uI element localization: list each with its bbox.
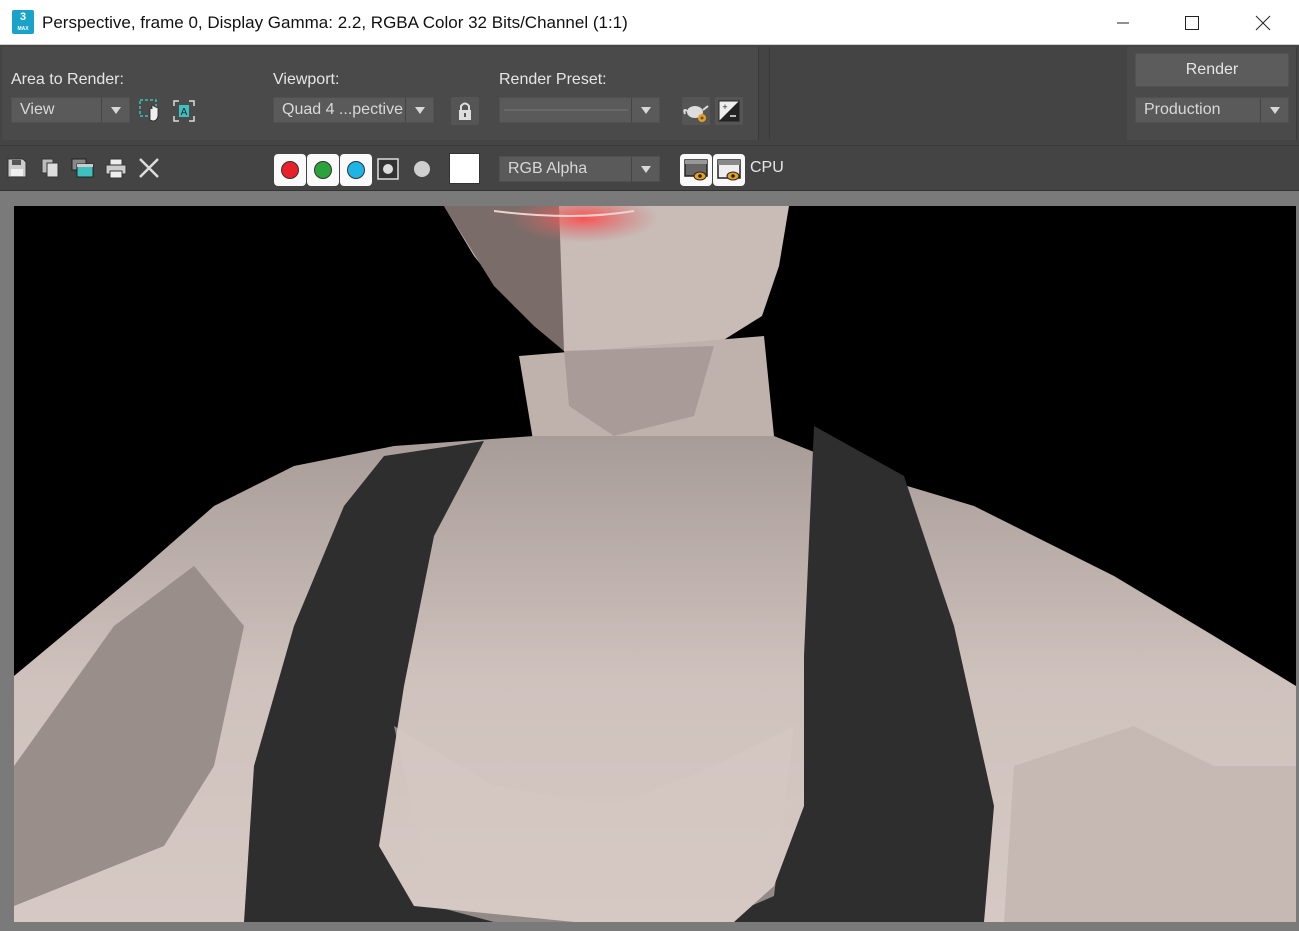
app-icon-sub: MAX: [17, 26, 29, 32]
rendered-figure-image: [14, 206, 1296, 922]
monochrome-toggle[interactable]: [410, 157, 434, 181]
render-preset-dropdown[interactable]: [499, 97, 660, 123]
region-pan-icon: [139, 99, 159, 122]
clear-icon: [139, 158, 159, 178]
frame-buffer-toggle[interactable]: [713, 154, 745, 186]
teapot-settings-icon: [683, 105, 709, 122]
green-channel-toggle[interactable]: [307, 154, 339, 186]
auto-region-button[interactable]: A: [170, 97, 198, 125]
minimize-icon: [1117, 22, 1129, 23]
cpu-label: CPU: [750, 159, 784, 176]
svg-text:+: +: [722, 102, 727, 112]
render-canvas-area: [0, 191, 1299, 931]
panel-separator: [762, 47, 770, 140]
copy-image-button[interactable]: [38, 156, 62, 180]
chevron-down-icon: [101, 98, 129, 122]
frame-buffer-toolbar: RGB Alpha CPU: [0, 145, 1299, 191]
save-image-button[interactable]: [5, 156, 29, 180]
green-channel-icon: [314, 161, 332, 179]
save-icon: [7, 158, 27, 178]
app-icon-label: 3: [19, 11, 27, 23]
clear-image-button[interactable]: [137, 156, 161, 180]
window-title: Perspective, frame 0, Display Gamma: 2.2…: [42, 13, 628, 32]
viewport-dropdown[interactable]: Quad 4 ...pective: [273, 97, 434, 123]
auto-region-icon: A: [173, 100, 195, 122]
render-button[interactable]: Render: [1135, 53, 1289, 87]
chevron-down-icon: [1260, 98, 1288, 122]
render-preset-label: Render Preset:: [499, 71, 607, 88]
render-window-toggle[interactable]: [680, 154, 712, 186]
render-window-eye-2-icon: [717, 159, 741, 181]
print-image-button[interactable]: [104, 156, 128, 180]
minimize-button[interactable]: [1100, 0, 1146, 45]
render-window-eye-icon: [684, 159, 708, 181]
area-to-render-value: View: [20, 101, 55, 118]
red-channel-toggle[interactable]: [274, 154, 306, 186]
clone-window-icon: [71, 158, 94, 178]
chevron-down-icon: [631, 157, 659, 181]
blue-channel-icon: [347, 161, 365, 179]
lock-viewport-button[interactable]: [451, 97, 479, 125]
maximize-icon: [1185, 15, 1199, 30]
copy-icon: [41, 158, 59, 178]
lock-icon: [459, 102, 471, 120]
alpha-channel-toggle[interactable]: [376, 157, 400, 181]
clone-window-button[interactable]: [71, 156, 95, 180]
title-bar: 3 MAX Perspective, frame 0, Display Gamm…: [0, 0, 1299, 45]
chevron-down-icon: [631, 98, 659, 122]
viewport-value: Quad 4 ...pective: [282, 101, 403, 118]
monochrome-icon: [414, 161, 430, 177]
viewport-label: Viewport:: [273, 71, 340, 88]
exposure-icon: +: [718, 100, 740, 122]
render-setup-panel: Area to Render: View A Viewport: Quad 4 …: [0, 45, 1299, 145]
production-dropdown[interactable]: Production: [1135, 97, 1289, 123]
chevron-down-icon: [405, 98, 433, 122]
close-button[interactable]: [1240, 0, 1286, 45]
exposure-control-button[interactable]: +: [715, 97, 743, 125]
preset-divider-line: [504, 109, 628, 111]
background-color-swatch[interactable]: [449, 153, 480, 184]
channel-display-dropdown[interactable]: RGB Alpha: [499, 156, 660, 182]
svg-text:A: A: [181, 107, 188, 118]
maximize-button[interactable]: [1169, 0, 1215, 45]
area-to-render-dropdown[interactable]: View: [11, 97, 130, 123]
rendered-image[interactable]: [14, 206, 1296, 922]
render-setup-button[interactable]: [682, 97, 710, 125]
alpha-channel-icon: [377, 158, 399, 180]
production-value: Production: [1144, 101, 1221, 118]
region-pan-button[interactable]: [137, 97, 165, 125]
close-icon: [1255, 15, 1271, 30]
blue-channel-toggle[interactable]: [340, 154, 372, 186]
3dsmax-app-icon: 3 MAX: [12, 10, 34, 34]
red-channel-icon: [281, 161, 299, 179]
channel-display-value: RGB Alpha: [508, 160, 588, 177]
area-to-render-label: Area to Render:: [11, 71, 124, 88]
print-icon: [105, 158, 127, 179]
render-options-group: [2, 47, 759, 140]
